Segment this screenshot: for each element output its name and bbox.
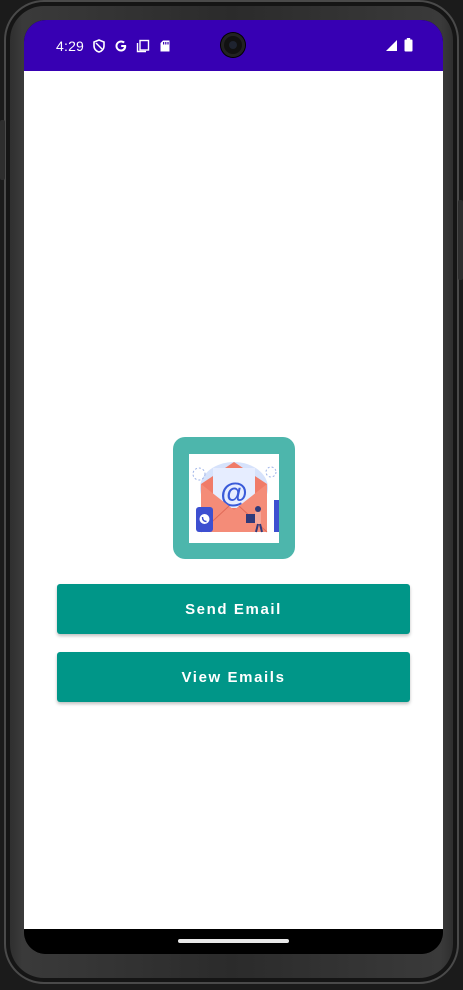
navigation-bar	[24, 929, 443, 954]
shield-icon	[92, 39, 106, 53]
google-icon	[114, 39, 128, 53]
sd-card-icon	[158, 39, 172, 53]
power-button	[458, 200, 463, 280]
signal-icon	[385, 39, 398, 57]
battery-icon	[404, 38, 413, 57]
status-left-group: 4:29	[56, 36, 172, 56]
copy-icon	[136, 39, 150, 53]
send-email-button[interactable]: Send Email	[57, 584, 410, 634]
status-right-group	[385, 38, 413, 57]
email-illustration-icon: @	[189, 454, 279, 543]
home-indicator[interactable]	[178, 939, 289, 943]
email-logo: @	[173, 437, 295, 559]
status-bar: 4:29	[24, 20, 443, 71]
view-emails-button[interactable]: View Emails	[57, 652, 410, 702]
volume-button	[0, 120, 5, 180]
app-content: @ Send Email View Emails	[24, 71, 443, 929]
phone-screen: 4:29 @ Send Email View Emails	[24, 20, 443, 954]
status-time: 4:29	[56, 38, 85, 54]
front-camera	[221, 33, 245, 57]
